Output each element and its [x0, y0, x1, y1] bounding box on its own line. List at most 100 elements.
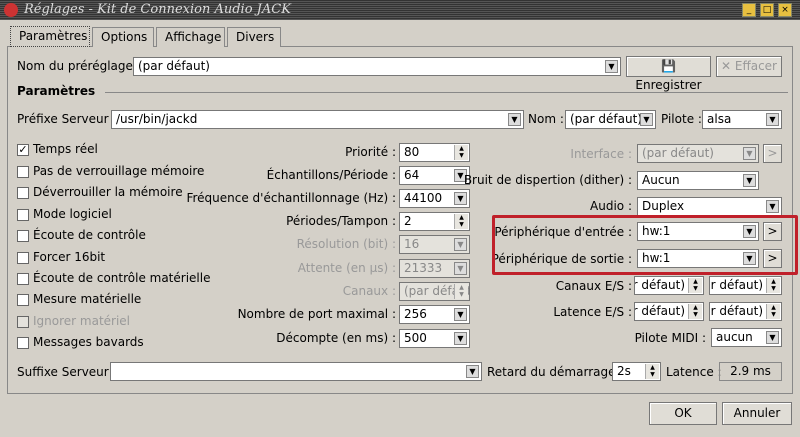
setting-label: Échantillons/Période : — [266, 168, 396, 182]
checkbox-label[interactable]: Ignorer matériel — [33, 314, 130, 328]
save-button[interactable]: 💾 Enregistrer — [626, 56, 711, 92]
setting-combo[interactable]: 500 ▼ — [399, 329, 470, 348]
spin-arrows-icon[interactable]: ▲ ▼ — [645, 364, 659, 379]
checkbox-label[interactable]: Déverrouiller la mémoire — [33, 185, 183, 199]
setting-label: Résolution (bit) : — [296, 237, 396, 251]
interface-more-button[interactable]: > — [763, 144, 782, 163]
server-prefix-combo[interactable]: /usr/bin/jackd ▼ — [111, 110, 524, 129]
server-suffix-label: Suffixe Serveur : — [17, 365, 117, 379]
close-button[interactable]: × — [778, 3, 792, 17]
dither-combo[interactable]: Aucun ▼ — [637, 171, 759, 190]
setting-spin: (par défaut) ▲ ▼ — [399, 282, 470, 301]
checkbox[interactable]: ✓ — [17, 144, 29, 156]
chevron-down-icon: ▼ — [454, 332, 467, 345]
checkbox-label[interactable]: Pas de verrouillage mémoire — [33, 164, 204, 178]
preset-combo[interactable]: (par défaut) ▼ — [133, 57, 621, 76]
minimize-button[interactable]: _ — [742, 3, 756, 17]
checkbox-label[interactable]: Forcer 16bit — [33, 250, 105, 264]
tab-options[interactable]: Options — [92, 27, 154, 47]
setting-combo: 16 ▼ — [399, 235, 470, 254]
cancel-button[interactable]: Annuler — [722, 402, 792, 425]
checkbox[interactable] — [17, 273, 29, 285]
channels-out-spin[interactable]: (par défaut)▲▼ — [709, 276, 782, 295]
chevron-down-icon: ▼ — [743, 147, 756, 160]
setting-combo[interactable]: 44100 ▼ — [399, 189, 470, 208]
channels-label: Canaux E/S : — [555, 279, 632, 293]
interface-label: Interface : — [570, 147, 632, 161]
channels-in-value: (par défaut) — [635, 278, 685, 292]
server-name-combo[interactable]: (par défaut) ▼ — [565, 110, 656, 129]
setting-value: 80 — [404, 145, 420, 159]
latency-io-label: Latence E/S : — [553, 305, 632, 319]
spin-arrows-icon[interactable]: ▲ ▼ — [688, 278, 702, 293]
midi-driver-combo[interactable]: aucun ▼ — [711, 328, 782, 347]
preset-value: (par défaut) — [138, 59, 210, 73]
checkbox[interactable] — [17, 337, 29, 349]
chevron-down-icon: ▼ — [454, 192, 467, 205]
driver-label: Pilote : — [661, 112, 702, 126]
setting-label: Attente (en µs) : — [297, 261, 396, 275]
channels-in-spin[interactable]: (par défaut)▲▼ — [634, 276, 704, 295]
chevron-down-icon: ▼ — [766, 331, 779, 344]
maximize-button[interactable]: □ — [760, 3, 774, 17]
preset-label: Nom du préréglage : — [17, 59, 141, 73]
checkbox-label[interactable]: Messages bavards — [33, 335, 144, 349]
dither-value: Aucun — [642, 173, 680, 187]
interface-value: (par défaut) — [642, 146, 714, 160]
checkbox-label[interactable]: Mode logiciel — [33, 207, 112, 221]
setting-label: Décompte (en ms) : — [276, 331, 396, 345]
ok-button[interactable]: OK — [649, 402, 717, 425]
title-bar[interactable]: Réglages - Kit de Connexion Audio JACK _… — [0, 0, 800, 20]
latency-out-value: (par défaut) — [710, 304, 763, 318]
checkbox[interactable] — [17, 209, 29, 221]
chevron-down-icon: ▼ — [605, 60, 618, 73]
delete-label: Effacer — [734, 59, 777, 73]
group-divider — [105, 92, 788, 93]
interface-combo[interactable]: (par défaut) ▼ — [637, 144, 759, 163]
audio-combo[interactable]: Duplex ▼ — [637, 197, 782, 216]
chevron-down-icon: ▼ — [743, 174, 756, 187]
checkbox[interactable] — [17, 166, 29, 178]
tab-divers[interactable]: Divers — [227, 27, 281, 47]
latency-in-value: (par défaut) — [635, 304, 685, 318]
checkbox[interactable] — [17, 230, 29, 242]
chevron-down-icon: ▼ — [454, 262, 467, 275]
checkbox-label[interactable]: Écoute de contrôle — [33, 228, 146, 242]
chevron-down-icon: ▼ — [766, 113, 779, 126]
setting-label: Fréquence d'échantillonnage (Hz) : — [186, 191, 396, 205]
delete-button[interactable]: ✕ Effacer — [716, 56, 782, 77]
dither-label: Bruit de dispertion (dither) : — [463, 173, 632, 187]
delete-icon: ✕ — [720, 59, 732, 73]
driver-value: alsa — [707, 112, 732, 126]
spin-arrows-icon[interactable]: ▲ ▼ — [766, 304, 780, 319]
midi-driver-value: aucun — [716, 330, 753, 344]
server-name-label: Nom : — [528, 112, 564, 126]
save-label: Enregistrer — [635, 78, 702, 92]
spin-arrows-icon[interactable]: ▲ ▼ — [766, 278, 780, 293]
checkbox[interactable] — [17, 294, 29, 306]
channels-out-value: (par défaut) — [710, 278, 763, 292]
checkbox[interactable] — [17, 252, 29, 264]
setting-spin[interactable]: 2 ▲ ▼ — [399, 212, 470, 231]
setting-combo[interactable]: 256 ▼ — [399, 305, 470, 324]
tab-affichage[interactable]: Affichage — [156, 27, 225, 47]
checkbox[interactable] — [17, 187, 29, 199]
latency-in-spin[interactable]: (par défaut)▲▼ — [634, 302, 704, 321]
checkbox — [17, 316, 29, 328]
driver-combo[interactable]: alsa ▼ — [702, 110, 782, 129]
start-delay-spin[interactable]: 2s ▲ ▼ — [612, 362, 661, 381]
server-suffix-combo[interactable]: ▼ — [110, 362, 482, 381]
audio-label: Audio : — [590, 199, 632, 213]
latency-out-spin[interactable]: (par défaut)▲▼ — [709, 302, 782, 321]
chevron-down-icon: ▼ — [454, 238, 467, 251]
latency-value: 2.9 ms — [719, 362, 782, 381]
checkbox-label[interactable]: Mesure matérielle — [33, 292, 141, 306]
setting-value: 2 — [404, 214, 412, 228]
checkbox-label[interactable]: Temps réel — [33, 142, 98, 156]
setting-spin[interactable]: 80 ▲ ▼ — [399, 143, 470, 162]
spin-arrows-icon[interactable]: ▲ ▼ — [688, 304, 702, 319]
tab-parametres[interactable]: Paramètres — [10, 26, 90, 47]
start-delay-value: 2s — [617, 364, 631, 378]
chevron-down-icon: ▼ — [508, 113, 521, 126]
setting-label: Canaux : — [342, 284, 396, 298]
